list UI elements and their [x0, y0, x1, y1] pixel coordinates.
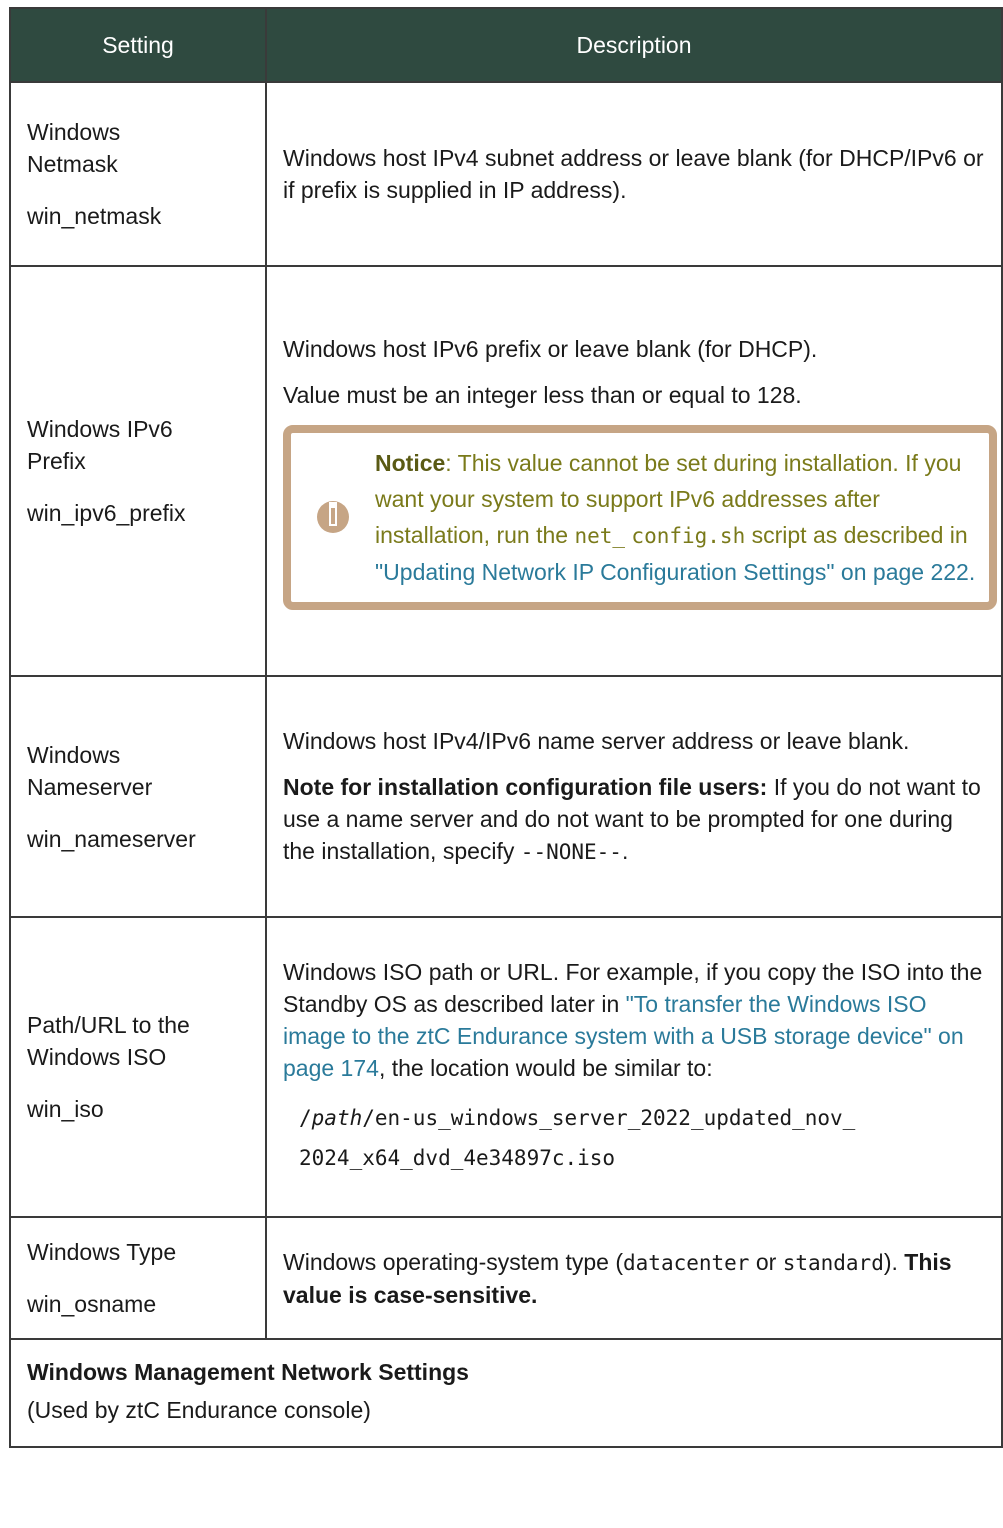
note-label: Note for installation configuration file… — [283, 774, 768, 800]
setting-name-line: Windows — [27, 119, 121, 145]
description-cell: Windows ISO path or URL. For example, if… — [265, 916, 1003, 1218]
description-text: Value must be an integer less than or eq… — [283, 381, 802, 408]
table-row: Path/URL to the Windows ISO win_iso Wind… — [9, 916, 1003, 1218]
inline-code: --NONE-- — [520, 840, 622, 864]
header-setting: Setting — [9, 7, 267, 83]
section-cell: Windows Management Network Settings (Use… — [9, 1338, 1003, 1448]
description-text: Windows host IPv4 subnet address or leav… — [283, 145, 984, 203]
setting-code: win_osname — [27, 1291, 157, 1317]
section-title: Windows Management Network Settings — [27, 1359, 469, 1385]
notice-text: Notice: This value cannot be set during … — [375, 449, 976, 585]
table-row: Windows Nameserver win_nameserver Window… — [9, 675, 1003, 918]
setting-cell: Windows Nameserver win_nameserver — [9, 675, 267, 918]
description-text: Windows operating-system type (datacente… — [283, 1248, 952, 1308]
setting-name-line: Path/URL to the — [27, 1012, 190, 1038]
description-text: Windows host IPv4/IPv6 name server addre… — [283, 728, 910, 754]
setting-cell: Windows Netmask win_netmask — [9, 81, 267, 267]
section-row: Windows Management Network Settings (Use… — [9, 1338, 1003, 1448]
setting-name-line: Windows ISO — [27, 1044, 167, 1070]
table-row: Windows Type win_osname Windows operatin… — [9, 1216, 1003, 1340]
inline-code: net_ — [574, 523, 626, 548]
description-cell: Windows operating-system type (datacente… — [265, 1216, 1003, 1340]
setting-name-line: Windows Type — [27, 1239, 177, 1265]
header-description: Description — [265, 7, 1003, 83]
setting-cell: Path/URL to the Windows ISO win_iso — [9, 916, 267, 1218]
setting-code: win_nameserver — [27, 825, 196, 852]
section-subtitle: (Used by ztC Endurance console) — [27, 1397, 371, 1423]
setting-name-line: Netmask — [27, 151, 118, 177]
setting-name-line: Nameserver — [27, 773, 153, 800]
inline-code: datacenter — [623, 1250, 750, 1275]
setting-code: win_netmask — [27, 203, 162, 229]
setting-cell: Windows IPv6 Prefix win_ipv6_prefix — [9, 265, 267, 677]
notice-icon — [291, 501, 375, 533]
inline-code: standard — [782, 1250, 884, 1275]
description-cell: Windows host IPv6 prefix or leave blank … — [265, 265, 1003, 677]
inline-code: config.sh — [631, 523, 746, 548]
description-text: Windows host IPv6 prefix or leave blank … — [283, 335, 818, 362]
description-cell: Windows host IPv4 subnet address or leav… — [265, 81, 1003, 267]
table-row: Windows IPv6 Prefix win_ipv6_prefix Wind… — [9, 265, 1003, 677]
settings-table: Setting Description Windows Netmask win_… — [9, 7, 1003, 1448]
cross-reference-link[interactable]: "Updating Network IP Configuration Setti… — [375, 559, 969, 585]
setting-code: win_iso — [27, 1096, 104, 1122]
description-text: Windows ISO path or URL. For example, if… — [283, 959, 983, 1081]
description-cell: Windows host IPv4/IPv6 name server addre… — [265, 675, 1003, 918]
setting-name-line: Windows — [27, 741, 121, 768]
notice-box: Notice: This value cannot be set during … — [283, 424, 997, 610]
setting-cell: Windows Type win_osname — [9, 1216, 267, 1340]
table-row: Windows Netmask win_netmask Windows host… — [9, 81, 1003, 267]
note-text: Note for installation configuration file… — [283, 774, 981, 864]
setting-name-line: Prefix — [27, 448, 86, 474]
setting-name-line: Windows IPv6 — [27, 416, 173, 442]
setting-code: win_ipv6_prefix — [27, 500, 186, 526]
iso-path-example: /path/en-us_windows_server_2022_updated_… — [299, 1106, 856, 1170]
notice-label: Notice — [375, 449, 446, 476]
table-header-row: Setting Description — [9, 7, 1003, 83]
